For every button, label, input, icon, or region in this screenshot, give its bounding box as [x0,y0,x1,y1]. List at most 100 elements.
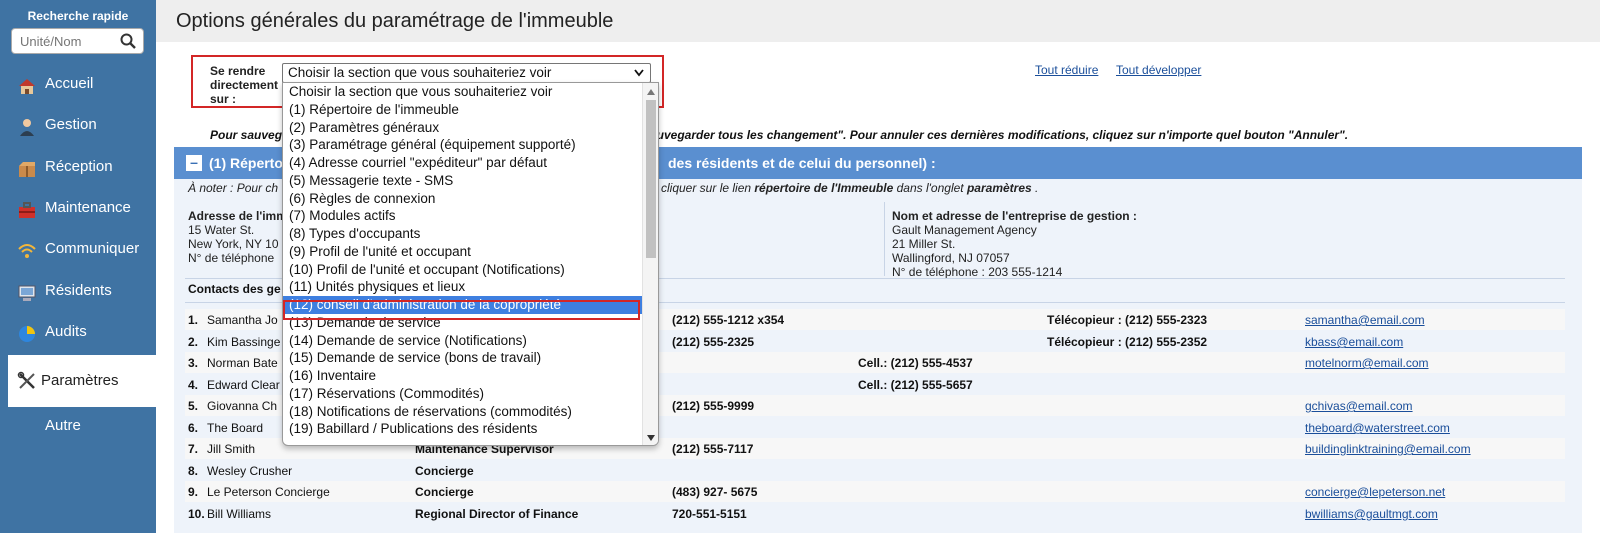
contact-name: Wesley Crusher [207,464,293,478]
sidebar-item-parametres[interactable]: Paramètres [8,355,156,407]
contact-email[interactable]: concierge@lepeterson.net [1305,485,1445,499]
contact-email[interactable]: samantha@email.com [1305,313,1425,327]
dropdown-option[interactable]: (19) Babillard / Publications des réside… [283,420,643,438]
dropdown-option[interactable]: Choisir la section que vous souhaiteriez… [283,83,643,101]
contact-name: Giovanna Ch [207,399,278,413]
contact-role: Concierge [415,485,474,499]
building-address-line: New York, NY 10 [188,237,279,251]
note-text: dans l'onglet [893,181,967,195]
directory-link-text: répertoire de l'Immeuble [754,181,894,195]
dropdown-option[interactable]: (14) Demande de service (Notifications) [283,332,643,350]
management-phone: N° de téléphone : 203 555-1214 [892,265,1063,279]
contact-phone: (212) 555-2325 [672,335,755,349]
contact-cell: Cell.: (212) 555-5657 [858,378,973,392]
sidebar-item-autre[interactable]: Autre [0,407,156,447]
page-title: Options générales du paramétrage de l'im… [176,10,614,32]
dropdown-option[interactable]: (7) Modules actifs [283,207,643,225]
sidebar-item-audits[interactable]: Audits [0,313,156,353]
contact-number: 8. [188,464,199,478]
person-icon [20,119,34,136]
contact-name: The Board [207,421,264,435]
scroll-up-arrow-icon[interactable] [647,89,655,95]
dropdown-option[interactable]: (10) Profil de l'unité et occupant (Noti… [283,261,643,279]
dropdown-option[interactable]: (1) Répertoire de l'immeuble [283,101,643,119]
contact-phone: (212) 555-9999 [672,399,755,413]
quick-search-title: Recherche rapide [27,9,129,23]
goto-label: Se rendre directement sur : [210,64,279,106]
contact-email[interactable]: motelnorm@email.com [1305,356,1429,370]
contact-number: 5. [188,399,199,413]
section-dropdown-list[interactable]: Choisir la section que vous souhaiteriez… [282,82,659,446]
save-note-left: Pour sauveg [210,128,283,142]
dropdown-option[interactable]: (6) Règles de connexion [283,190,643,208]
quick-search-box [11,28,144,54]
contact-name: Le Peterson Concierge [207,485,330,499]
section-title-right: des résidents et de celui du personnel) … [668,155,936,171]
sidebar-item-gestion[interactable]: Gestion [0,106,156,146]
sidebar-item-label: Résidents [45,282,112,299]
contact-phone: (212) 555-7117 [672,442,754,456]
building-address-line: N° de téléphone [188,251,275,265]
sidebar-item-label: Accueil [45,75,94,92]
table-row: 8. Wesley Crusher Concierge [185,460,1565,481]
contact-email[interactable]: kbass@email.com [1305,335,1403,349]
sidebar-item-label: Autre [45,417,81,434]
scrollbar-thumb[interactable] [646,100,656,258]
dropdown-option[interactable]: (18) Notifications de réservations (comm… [283,403,643,421]
sidebar-item-label: Réception [45,158,113,175]
contact-number: 10. [188,507,205,521]
sidebar-item-label: Paramètres [41,372,119,389]
collapse-toggle[interactable]: – [186,155,202,171]
scroll-down-arrow-icon[interactable] [647,435,655,441]
dropdown-option[interactable]: (17) Réservations (Commodités) [283,385,643,403]
chevron-down-icon [634,69,644,77]
dropdown-option[interactable]: (15) Demande de service (bons de travail… [283,349,643,367]
note-text: cliquer sur le lien [661,181,755,195]
dropdown-scrollbar[interactable] [642,83,658,445]
sidebar-item-accueil[interactable]: Accueil [0,65,156,105]
dropdown-option[interactable]: (9) Profil de l'unité et occupant [283,243,643,261]
sidebar-item-residents[interactable]: Résidents [0,272,156,312]
sidebar-item-maintenance[interactable]: Maintenance [0,189,156,229]
note-left: À noter : Pour ch [188,181,279,195]
tools-icon [17,371,35,389]
contact-name: Jill Smith [207,442,256,456]
contact-email[interactable]: bwilliams@gaultmgt.com [1305,507,1438,521]
sidebar-item-label: Maintenance [45,199,131,216]
dropdown-option[interactable]: (11) Unités physiques et lieux [283,278,643,296]
note-text: . [1031,181,1039,195]
management-address: Nom et adresse de l'entreprise de gestio… [892,209,1137,279]
expand-all-link[interactable]: Tout développer [1116,63,1201,77]
search-icon[interactable] [120,33,136,49]
section-title-left: (1) Répertoi [209,155,287,171]
contact-role: Concierge [415,464,474,478]
management-city: Wallingford, NJ 07057 [892,251,1010,265]
toolbox-icon [19,202,35,218]
dropdown-option[interactable]: (3) Paramétrage général (équipement supp… [283,136,643,154]
contact-number: 1. [188,313,199,327]
sidebar-item-reception[interactable]: Réception [0,148,156,188]
divider [884,202,885,276]
dropdown-option[interactable]: (8) Types d'occupants [283,225,643,243]
quick-search-input[interactable] [12,29,112,53]
contact-role: Regional Director of Finance [415,507,579,521]
building-address: Adresse de l'imm 15 Water St. New York, … [188,209,287,265]
sidebar-item-label: Audits [45,323,87,340]
pie-chart-icon [19,326,35,342]
contact-email[interactable]: theboard@waterstreet.com [1305,421,1450,435]
dropdown-option[interactable]: (4) Adresse courriel "expéditeur" par dé… [283,154,643,172]
contacts-heading: Contacts des ge [188,282,281,296]
dropdown-option[interactable]: (16) Inventaire [283,367,643,385]
collapse-all-link[interactable]: Tout réduire [1035,63,1098,77]
contact-phone: (483) 927- 5675 [672,485,758,499]
building-address-heading: Adresse de l'imm [188,209,287,223]
contact-name: Bill Williams [207,507,271,521]
dropdown-option[interactable]: (2) Paramètres généraux [283,119,643,137]
contact-email[interactable]: buildinglinktraining@email.com [1305,442,1471,456]
contact-number: 7. [188,442,199,456]
dropdown-option[interactable]: (5) Messagerie texte - SMS [283,172,643,190]
sidebar-item-communiquer[interactable]: Communiquer [0,230,156,270]
contact-fax: Télécopieur : (212) 555-2323 [1047,313,1208,327]
contact-email[interactable]: gchivas@email.com [1305,399,1413,413]
section-select[interactable]: Choisir la section que vous souhaiteriez… [282,63,651,83]
